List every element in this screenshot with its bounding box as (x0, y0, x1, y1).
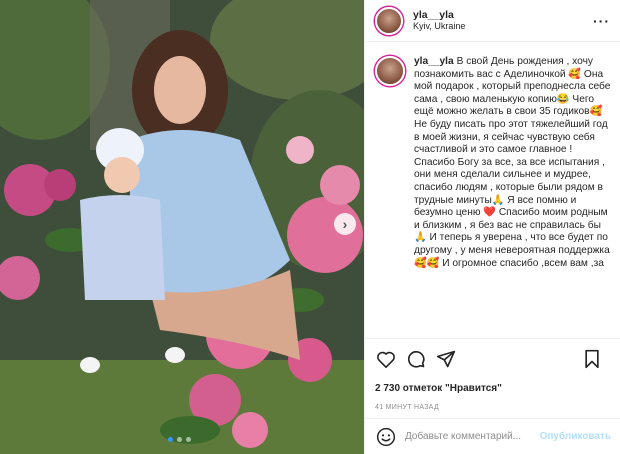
comment-bar: Опубликовать (365, 418, 620, 454)
avatar[interactable] (375, 6, 403, 35)
carousel-dot (186, 437, 191, 442)
post-header: yla__yla Kyiv, Ukraine ··· (365, 0, 620, 42)
photo-scene (0, 0, 364, 454)
post-author-block: yla__yla Kyiv, Ukraine (413, 9, 593, 32)
carousel-dots (168, 437, 191, 442)
carousel-dot (168, 437, 173, 442)
post-panel: yla__yla Kyiv, Ukraine ··· yla__yla В сво… (364, 0, 620, 454)
post-photo[interactable]: › (0, 0, 364, 454)
caption-text: В свой День рождения , хочу познакомить … (414, 56, 611, 269)
likes-count[interactable]: 2 730 отметок "Нравится" (375, 383, 611, 394)
carousel-dot (177, 437, 182, 442)
avatar[interactable] (375, 56, 405, 86)
comment-input[interactable] (405, 431, 540, 442)
chevron-right-icon[interactable]: › (334, 213, 356, 235)
caption-username[interactable]: yla__yla (414, 56, 454, 67)
emoji-icon[interactable] (375, 426, 397, 448)
bookmark-icon[interactable] (581, 348, 603, 370)
username[interactable]: yla__yla (413, 9, 593, 22)
action-icons-row (375, 347, 611, 371)
comment-icon[interactable] (405, 348, 427, 370)
share-icon[interactable] (435, 348, 457, 370)
caption-area: yla__yla В свой День рождения , хочу позн… (365, 42, 620, 336)
heart-icon[interactable] (375, 348, 397, 370)
caption: yla__yla В свой День рождения , хочу позн… (414, 56, 611, 336)
more-icon[interactable]: ··· (593, 13, 610, 29)
post-actions: 2 730 отметок "Нравится" 41 МИНУТ НАЗАД (365, 338, 620, 411)
location[interactable]: Kyiv, Ukraine (413, 21, 593, 32)
post-comment-button[interactable]: Опубликовать (540, 431, 611, 442)
post-time[interactable]: 41 МИНУТ НАЗАД (375, 404, 611, 411)
